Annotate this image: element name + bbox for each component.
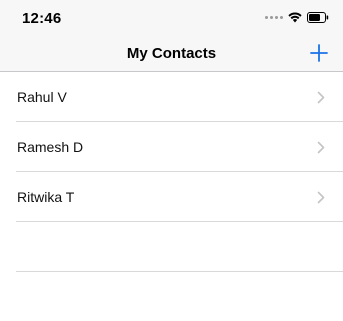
chevron-right-icon: [317, 141, 325, 154]
contacts-list: Rahul V Ramesh D Ritwika T: [0, 72, 343, 272]
chevron-right-icon: [317, 91, 325, 104]
status-indicators: [265, 12, 329, 23]
status-bar: 12:46: [0, 0, 343, 36]
contact-row[interactable]: Ritwika T: [16, 172, 343, 222]
battery-icon: [307, 12, 329, 23]
contact-row[interactable]: Rahul V: [16, 72, 343, 122]
contact-name: Rahul V: [17, 89, 67, 105]
add-contact-button[interactable]: [309, 43, 329, 63]
contact-name: Ramesh D: [17, 139, 84, 155]
navigation-bar: My Contacts: [0, 36, 343, 72]
contact-row[interactable]: Ramesh D: [16, 122, 343, 172]
cellular-signal-icon: [265, 16, 283, 19]
wifi-icon: [288, 12, 302, 23]
chevron-right-icon: [317, 191, 325, 204]
status-time: 12:46: [22, 10, 62, 27]
empty-row-separator: [16, 222, 343, 272]
page-title: My Contacts: [126, 45, 217, 62]
contact-name: Ritwika T: [17, 189, 75, 205]
